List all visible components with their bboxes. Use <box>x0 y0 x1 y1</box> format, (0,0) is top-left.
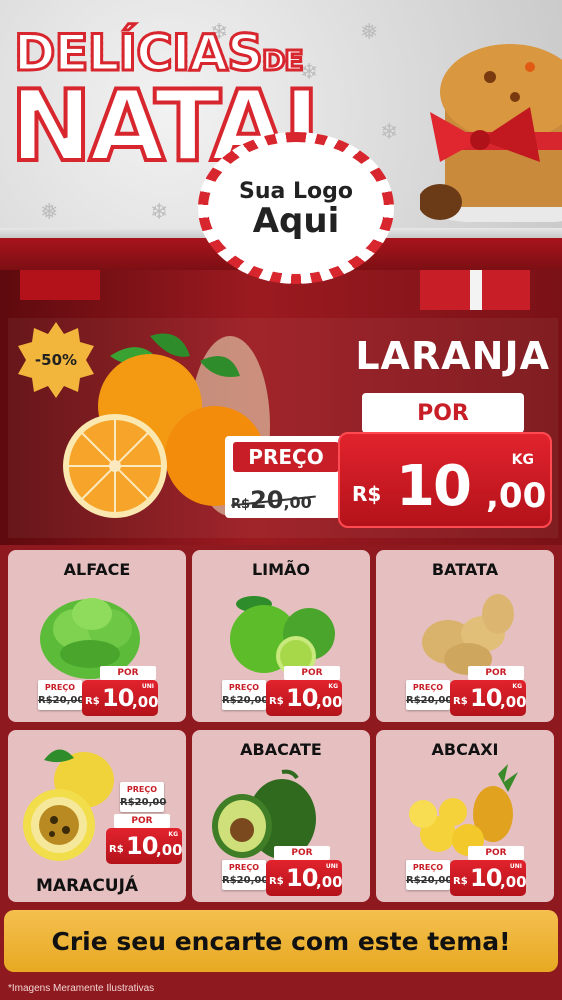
hero-por-label: POR <box>362 393 524 433</box>
price-tag: KG R$ 10 ,00 <box>450 680 527 716</box>
panettone-image <box>420 44 562 222</box>
old-price-tag: PREÇO R$20,00 <box>222 860 268 890</box>
hero-price-cents: ,00 <box>486 476 547 516</box>
hero-product-name: LARANJA <box>355 334 550 378</box>
product-card-abacate: ABACATE POR PREÇO R$20,00 UNI R$ 10 ,00 <box>192 730 370 902</box>
snowflake-icon: ❅ <box>40 200 59 225</box>
price-tag: UNI R$ 10 ,00 <box>82 680 159 716</box>
card-title: ALFACE <box>63 560 131 579</box>
hero-old-price-tag: PREÇO R$20,00 <box>225 436 349 518</box>
product-card-alface: ALFACE POR PREÇO R$20,00 UNI R$ 10 ,00 <box>8 550 186 722</box>
card-title: LIMÃO <box>251 560 311 579</box>
price-tag: UNI R$ 10 ,00 <box>450 860 527 896</box>
snowflake-icon: ❄ <box>150 200 169 225</box>
por-label: POR <box>468 846 524 860</box>
old-price-tag: PREÇO R$20,00 <box>120 782 166 812</box>
card-title: ABCAXI <box>431 740 499 759</box>
hero-preco-label: PREÇO <box>233 442 339 472</box>
por-label: POR <box>274 846 330 860</box>
disclaimer-text: *Imagens Meramente Ilustrativas <box>8 983 155 994</box>
por-label: POR <box>114 814 170 828</box>
card-title: ABACATE <box>240 740 322 759</box>
por-label: POR <box>284 666 340 680</box>
old-price-tag: PREÇO R$20,00 <box>222 680 268 710</box>
card-title: MARACUJÁ <box>36 876 139 896</box>
hero-unit: KG <box>511 452 534 468</box>
cta-banner[interactable]: Crie seu encarte com este tema! <box>4 910 558 972</box>
por-label: POR <box>100 666 156 680</box>
discount-badge: -50% <box>18 322 94 398</box>
logo-placeholder: Sua Logo Aqui <box>198 132 394 284</box>
card-title: BATATA <box>431 560 499 579</box>
snowflake-icon: ❄ <box>380 120 399 145</box>
product-card-limao: LIMÃO POR PREÇO R$20,00 KG R$ 10 ,00 <box>192 550 370 722</box>
old-price-tag: PREÇO R$20,00 <box>406 680 452 710</box>
product-card-abacaxi: ABCAXI POR PREÇO R$20,00 UNI R$ 10 ,00 <box>376 730 554 902</box>
por-label: POR <box>468 666 524 680</box>
product-card-batata: BATATA POR PREÇO R$20,00 KG R$ 10 ,00 <box>376 550 554 722</box>
hero-old-price: R$20,00 <box>231 486 316 514</box>
price-tag: KG R$ 10 ,00 <box>106 828 183 864</box>
hero-price-tag: KG R$ 10 ,00 <box>338 432 552 528</box>
price-tag: UNI R$ 10 ,00 <box>266 860 343 896</box>
logo-line1: Sua Logo <box>238 178 353 204</box>
product-card-maracuja: PREÇO R$20,00 POR KG R$ 10 ,00 MARACUJÁ <box>8 730 186 902</box>
snowflake-icon: ❅ <box>360 20 379 45</box>
old-price-tag: PREÇO R$20,00 <box>38 680 84 710</box>
hero-currency: R$ <box>352 482 382 506</box>
hero-price-value: 10 <box>396 454 472 519</box>
old-price-tag: PREÇO R$20,00 <box>406 860 452 890</box>
price-tag: KG R$ 10 ,00 <box>266 680 343 716</box>
logo-line2: Aqui <box>252 200 340 241</box>
